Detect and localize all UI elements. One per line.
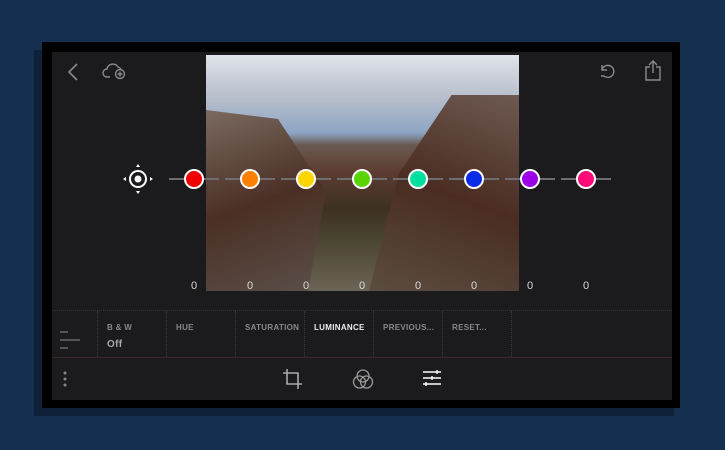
tab-bw[interactable]: B & W Off bbox=[98, 311, 167, 357]
slider-green[interactable] bbox=[337, 168, 387, 190]
slider-yellow[interactable] bbox=[281, 168, 331, 190]
slider-value-orange: 0 bbox=[246, 280, 254, 292]
slider-handle[interactable] bbox=[464, 169, 484, 189]
slider-value-aqua: 0 bbox=[414, 280, 422, 292]
slider-value-yellow: 0 bbox=[302, 280, 310, 292]
adjustment-tabs: B & W Off HUE SATURATION LUMINANCE PREVIO… bbox=[52, 310, 672, 358]
target-adjust-icon[interactable] bbox=[122, 163, 154, 195]
app-window: 0 0 0 0 0 0 0 0 B & W Off HUE SATURATION LUMINAN… bbox=[52, 52, 672, 400]
chevron-left-icon[interactable] bbox=[66, 62, 80, 82]
previous-button[interactable]: PREVIOUS... bbox=[374, 311, 443, 357]
sliders-icon[interactable] bbox=[422, 369, 442, 387]
slider-handle[interactable] bbox=[408, 169, 428, 189]
reset-button[interactable]: RESET... bbox=[443, 311, 512, 357]
slider-handle[interactable] bbox=[352, 169, 372, 189]
bottom-toolbar bbox=[52, 358, 672, 400]
slider-handle[interactable] bbox=[520, 169, 540, 189]
tab-saturation[interactable]: SATURATION bbox=[236, 311, 305, 357]
slider-value-red: 0 bbox=[190, 280, 198, 292]
slider-handle[interactable] bbox=[240, 169, 260, 189]
slider-red[interactable] bbox=[169, 168, 219, 190]
tab-hue[interactable]: HUE bbox=[167, 311, 236, 357]
slider-value-green: 0 bbox=[358, 280, 366, 292]
share-icon[interactable] bbox=[644, 59, 662, 81]
color-mix-icon[interactable] bbox=[352, 368, 374, 390]
slider-purple[interactable] bbox=[505, 168, 555, 190]
slider-orange[interactable] bbox=[225, 168, 275, 190]
slider-handle[interactable] bbox=[184, 169, 204, 189]
slider-value-blue: 0 bbox=[470, 280, 478, 292]
tab-label: B & W bbox=[107, 323, 133, 332]
slider-blue[interactable] bbox=[449, 168, 499, 190]
slider-aqua[interactable] bbox=[393, 168, 443, 190]
slider-handle[interactable] bbox=[296, 169, 316, 189]
slider-magenta[interactable] bbox=[561, 168, 611, 190]
slider-value-purple: 0 bbox=[526, 280, 534, 292]
list-panel-icon bbox=[60, 331, 80, 349]
undo-icon[interactable] bbox=[598, 61, 616, 79]
more-vertical-icon[interactable] bbox=[62, 370, 68, 388]
bw-value: Off bbox=[107, 339, 123, 350]
panel-toggle-button[interactable] bbox=[52, 311, 98, 357]
slider-value-magenta: 0 bbox=[582, 280, 590, 292]
cloud-add-icon[interactable] bbox=[102, 62, 128, 80]
slider-handle[interactable] bbox=[576, 169, 596, 189]
crop-icon[interactable] bbox=[282, 368, 304, 390]
tab-luminance[interactable]: LUMINANCE bbox=[305, 311, 374, 357]
